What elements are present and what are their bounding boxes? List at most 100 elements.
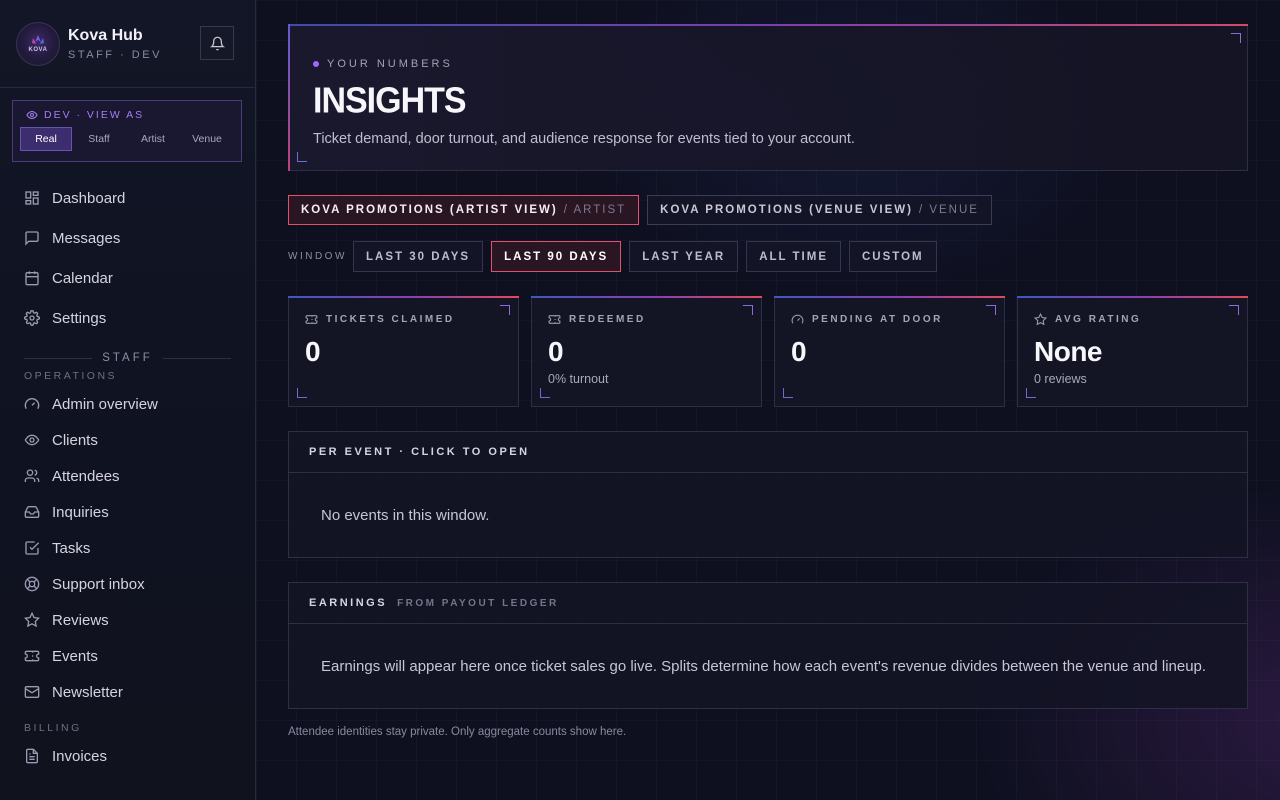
nav-item-label: Clients bbox=[52, 431, 98, 449]
star-icon bbox=[24, 612, 40, 628]
brand-title: Kova Hub bbox=[68, 26, 143, 44]
users-icon bbox=[24, 468, 40, 484]
nav-item-reviews[interactable]: Reviews bbox=[0, 602, 255, 638]
nav-item-messages[interactable]: Messages bbox=[0, 218, 255, 258]
window-all-time-button[interactable]: ALL TIME bbox=[746, 241, 841, 272]
ticket-icon bbox=[305, 313, 318, 326]
stat-sub: 0 reviews bbox=[1034, 372, 1087, 386]
stat-label: REDEEMED bbox=[569, 314, 646, 325]
insights-hero: YOUR NUMBERS INSIGHTS Ticket demand, doo… bbox=[288, 24, 1248, 171]
nav-item-support-inbox[interactable]: Support inbox bbox=[0, 566, 255, 602]
nav-item-label: Invoices bbox=[52, 747, 108, 765]
ticket-icon bbox=[24, 648, 40, 664]
view-as-venue[interactable]: Venue bbox=[180, 127, 234, 151]
nav-item-label: Newsletter bbox=[52, 683, 123, 701]
window-last-90-days-button[interactable]: LAST 90 DAYS bbox=[491, 241, 622, 272]
sidebar: KOVA Kova Hub STAFF · DEV DEV · VIEW AS … bbox=[0, 0, 256, 800]
nav-item-label: Messages bbox=[52, 229, 121, 247]
earnings-panel: EARNINGS FROM PAYOUT LEDGER Earnings wil… bbox=[288, 582, 1248, 709]
dashboard-icon bbox=[24, 190, 40, 206]
checkbox-icon bbox=[24, 540, 40, 556]
operations-section-label: OPERATIONS bbox=[24, 370, 118, 382]
account-name: KOVA PROMOTIONS (VENUE VIEW) bbox=[660, 204, 913, 216]
nav-item-label: Tasks bbox=[52, 539, 91, 557]
earnings-body: Earnings will appear here once ticket sa… bbox=[321, 657, 1207, 675]
window-label: WINDOW bbox=[288, 251, 347, 262]
brand-logo[interactable]: KOVA bbox=[16, 21, 60, 66]
nav-item-label: Attendees bbox=[52, 467, 120, 485]
logo-mark-icon bbox=[32, 35, 44, 44]
star-icon bbox=[1034, 313, 1047, 326]
document-icon bbox=[24, 748, 40, 764]
nav-item-calendar[interactable]: Calendar bbox=[0, 258, 255, 298]
nav-item-label: Reviews bbox=[52, 611, 109, 629]
view-as-switcher: DEV · VIEW AS Real Staff Artist Venue bbox=[12, 100, 242, 162]
hero-eyebrow-text: YOUR NUMBERS bbox=[327, 58, 453, 70]
window-last-30-days-button[interactable]: LAST 30 DAYS bbox=[353, 241, 484, 272]
stat-sub: 0% turnout bbox=[548, 372, 609, 386]
nav-item-admin-overview[interactable]: Admin overview bbox=[0, 386, 255, 422]
nav-item-inquiries[interactable]: Inquiries bbox=[0, 494, 255, 530]
page-description: Ticket demand, door turnout, and audienc… bbox=[313, 131, 855, 147]
window-last-year-button[interactable]: LAST YEAR bbox=[629, 241, 739, 272]
nav-item-label: Events bbox=[52, 647, 98, 665]
nav-item-label: Dashboard bbox=[52, 189, 126, 207]
stat-label: AVG RATING bbox=[1055, 314, 1142, 325]
view-as-artist[interactable]: Artist bbox=[126, 127, 180, 151]
notifications-button[interactable] bbox=[200, 26, 234, 60]
stat-card-pending-at-door: PENDING AT DOOR 0 bbox=[774, 296, 1005, 407]
billing-nav: Invoices bbox=[0, 738, 255, 774]
account-artist-view-button[interactable]: KOVA PROMOTIONS (ARTIST VIEW) / ARTIST bbox=[288, 195, 640, 225]
nav-item-clients[interactable]: Clients bbox=[0, 422, 255, 458]
hero-eyebrow: YOUR NUMBERS bbox=[313, 58, 1247, 70]
brand-header: KOVA Kova Hub STAFF · DEV bbox=[0, 0, 255, 88]
view-as-real[interactable]: Real bbox=[20, 127, 72, 151]
stat-value: 0 bbox=[305, 336, 321, 367]
earnings-header: EARNINGS FROM PAYOUT LEDGER bbox=[289, 583, 1247, 624]
page-title: INSIGHTS bbox=[313, 81, 467, 121]
nav-item-label: Settings bbox=[52, 309, 107, 327]
staff-divider: STAFF bbox=[24, 352, 231, 364]
stat-card-avg-rating: AVG RATING None 0 reviews bbox=[1017, 296, 1248, 407]
window-custom-button[interactable]: CUSTOM bbox=[849, 241, 937, 272]
nav-item-newsletter[interactable]: Newsletter bbox=[0, 674, 255, 710]
billing-section-label: BILLING bbox=[24, 722, 82, 734]
operations-nav: Admin overview Clients Attendees Inquiri… bbox=[0, 386, 255, 710]
gauge-icon bbox=[24, 396, 40, 412]
eye-icon bbox=[26, 110, 38, 120]
view-as-label: DEV · VIEW AS bbox=[44, 109, 145, 121]
nav-item-label: Calendar bbox=[52, 269, 113, 287]
privacy-footnote: Attendee identities stay private. Only a… bbox=[288, 726, 627, 738]
brand-subtitle: STAFF · DEV bbox=[68, 48, 162, 61]
message-icon bbox=[24, 230, 40, 246]
main-nav: Dashboard Messages Calendar Settings bbox=[0, 178, 255, 338]
nav-item-settings[interactable]: Settings bbox=[0, 298, 255, 338]
earnings-title: EARNINGS bbox=[309, 597, 388, 609]
account-name: KOVA PROMOTIONS (ARTIST VIEW) bbox=[301, 204, 558, 216]
main-content: YOUR NUMBERS INSIGHTS Ticket demand, doo… bbox=[256, 0, 1280, 800]
stat-value: None bbox=[1034, 336, 1103, 367]
view-as-staff[interactable]: Staff bbox=[72, 127, 126, 151]
gauge-icon bbox=[791, 313, 804, 326]
nav-item-tasks[interactable]: Tasks bbox=[0, 530, 255, 566]
lifebuoy-icon bbox=[24, 576, 40, 592]
dot-icon bbox=[313, 61, 319, 67]
stat-label: TICKETS CLAIMED bbox=[326, 314, 455, 325]
per-event-empty-state: No events in this window. bbox=[321, 506, 490, 524]
nav-item-events[interactable]: Events bbox=[0, 638, 255, 674]
per-event-panel: PER EVENT · CLICK TO OPEN No events in t… bbox=[288, 431, 1248, 558]
account-role: / VENUE bbox=[918, 204, 979, 216]
stat-label: PENDING AT DOOR bbox=[812, 314, 943, 325]
nav-item-dashboard[interactable]: Dashboard bbox=[0, 178, 255, 218]
nav-item-attendees[interactable]: Attendees bbox=[0, 458, 255, 494]
nav-item-invoices[interactable]: Invoices bbox=[0, 738, 255, 774]
stat-card-tickets-claimed: TICKETS CLAIMED 0 bbox=[288, 296, 519, 407]
account-role: / ARTIST bbox=[563, 204, 627, 216]
bell-icon bbox=[209, 36, 225, 50]
account-venue-view-button[interactable]: KOVA PROMOTIONS (VENUE VIEW) / VENUE bbox=[647, 195, 992, 225]
stats-row: TICKETS CLAIMED 0 REDEEMED 0 0% turnout bbox=[288, 296, 1248, 407]
nav-item-label: Support inbox bbox=[52, 575, 145, 593]
account-selector: KOVA PROMOTIONS (ARTIST VIEW) / ARTIST K… bbox=[288, 195, 1248, 225]
ticket-icon bbox=[548, 313, 561, 326]
nav-item-label: Admin overview bbox=[52, 395, 158, 413]
